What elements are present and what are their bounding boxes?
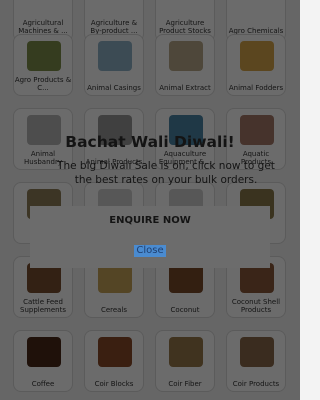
close-button[interactable]: Close xyxy=(30,236,270,268)
close-label: Close xyxy=(134,245,166,257)
modal-overlay[interactable] xyxy=(0,0,300,400)
popup-message: The big Diwali Sale is on, click now to … xyxy=(57,160,275,186)
enquire-now-button[interactable]: ENQUIRE NOW xyxy=(30,206,270,236)
popup-title: Bachat Wali Diwali! xyxy=(65,133,235,151)
